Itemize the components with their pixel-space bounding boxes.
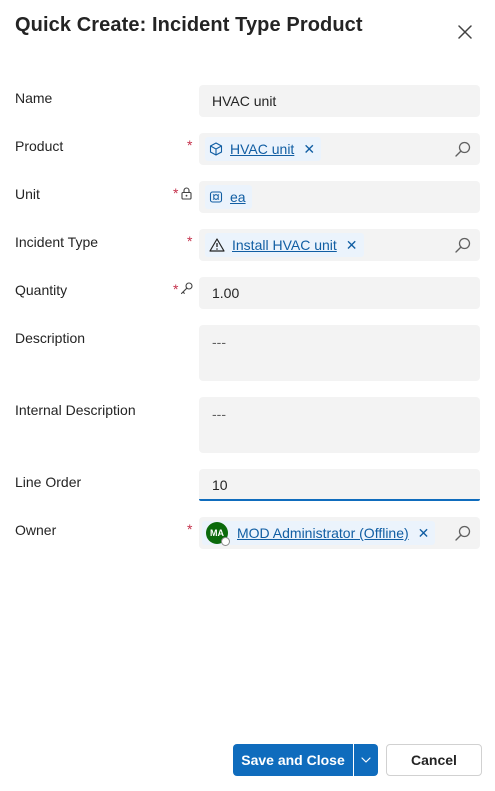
internal-description-label: Internal Description [15, 402, 136, 418]
name-value: HVAC unit [212, 93, 277, 109]
incident-type-link[interactable]: Install HVAC unit [232, 237, 337, 253]
remove-incident-type-icon[interactable]: ✕ [346, 237, 358, 254]
internal-description-value: --- [212, 406, 226, 422]
required-indicator: * [173, 281, 179, 297]
dialog-title: Quick Create: Incident Type Product [15, 14, 363, 36]
unit-tag[interactable]: ea [205, 185, 252, 209]
product-cube-icon [209, 142, 223, 156]
cancel-button[interactable]: Cancel [386, 744, 482, 776]
owner-lookup[interactable]: MA MOD Administrator (Offline) ✕ [199, 517, 480, 549]
presence-offline-icon [221, 537, 230, 546]
lock-icon [181, 187, 192, 200]
quantity-label: Quantity [15, 282, 68, 298]
quantity-value: 1.00 [212, 285, 240, 301]
remove-product-icon[interactable]: ✕ [303, 141, 315, 158]
chevron-down-icon [361, 757, 371, 763]
quantity-field[interactable]: 1.00 [199, 277, 480, 309]
description-value: --- [212, 334, 226, 350]
line-order-field[interactable]: 10 [199, 469, 480, 501]
remove-owner-icon[interactable]: ✕ [418, 525, 430, 542]
line-order-value: 10 [212, 477, 228, 493]
unit-label: Unit [15, 186, 40, 202]
incident-type-tag[interactable]: Install HVAC unit ✕ [205, 233, 364, 257]
owner-label: Owner [15, 522, 57, 538]
product-label: Product [15, 138, 64, 154]
close-button[interactable] [452, 19, 478, 45]
name-field[interactable]: HVAC unit [199, 85, 480, 117]
unit-icon [209, 191, 223, 203]
required-indicator: * [187, 233, 193, 249]
product-tag[interactable]: HVAC unit ✕ [205, 137, 322, 161]
avatar-initials: MA [210, 528, 224, 538]
unit-lookup: ea [199, 181, 480, 213]
unit-link[interactable]: ea [230, 189, 246, 205]
description-label: Description [15, 330, 86, 346]
save-and-close-button[interactable]: Save and Close [233, 744, 353, 776]
warning-icon [209, 238, 225, 252]
required-indicator: * [187, 521, 193, 537]
line-order-label: Line Order [15, 474, 82, 490]
search-icon[interactable] [454, 524, 472, 542]
avatar: MA [206, 522, 230, 546]
owner-link[interactable]: MOD Administrator (Offline) [237, 525, 409, 541]
incident-type-lookup[interactable]: Install HVAC unit ✕ [199, 229, 480, 261]
search-icon[interactable] [454, 236, 472, 254]
product-link[interactable]: HVAC unit [230, 141, 294, 157]
description-field[interactable]: --- [199, 325, 480, 381]
close-icon [458, 25, 472, 39]
product-lookup[interactable]: HVAC unit ✕ [199, 133, 480, 165]
key-icon [180, 282, 193, 295]
incident-type-label: Incident Type [15, 234, 99, 250]
search-icon[interactable] [454, 140, 472, 158]
owner-tag[interactable]: MA MOD Administrator (Offline) ✕ [202, 521, 436, 546]
save-options-button[interactable] [354, 744, 378, 776]
name-label: Name [15, 90, 53, 106]
required-indicator: * [173, 185, 179, 201]
internal-description-field[interactable]: --- [199, 397, 480, 453]
required-indicator: * [187, 137, 193, 153]
